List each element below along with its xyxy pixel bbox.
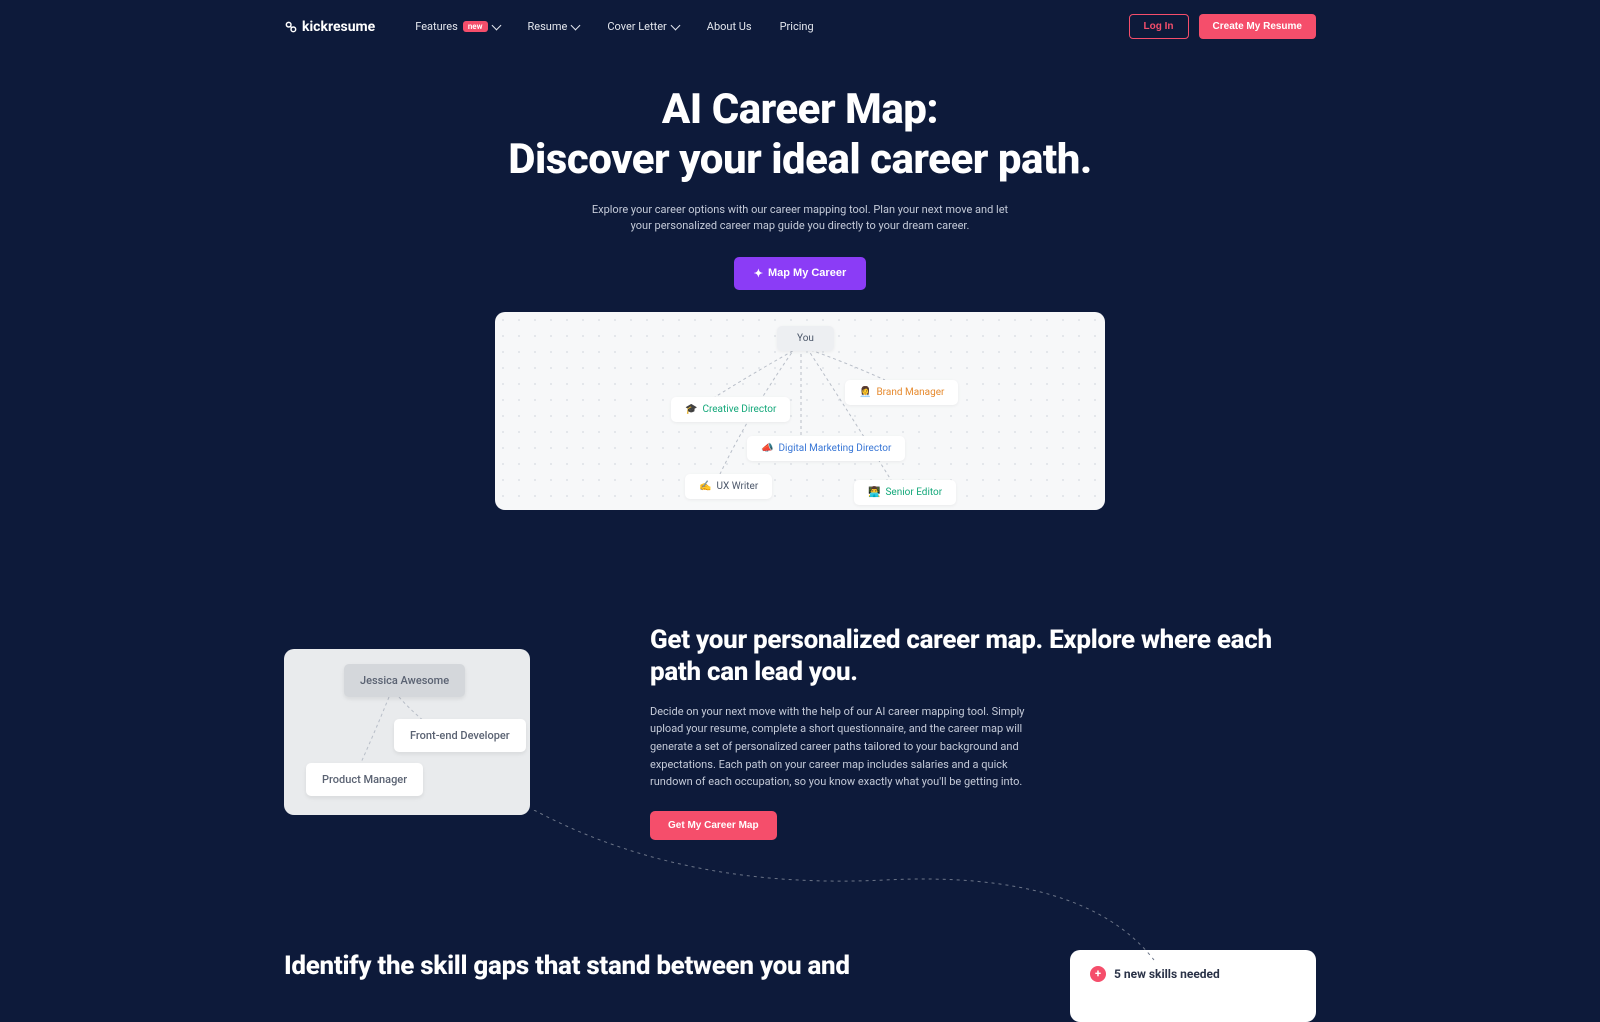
person-icon: 👩‍💼 xyxy=(859,387,871,398)
nav-about[interactable]: About Us xyxy=(707,20,752,33)
map-node-creative-director: 🎓 Creative Director xyxy=(671,397,790,422)
section-personalized-map: Jessica Awesome Front-end Developer Prod… xyxy=(284,624,1316,840)
nav-actions: Log In Create My Resume xyxy=(1129,14,1316,39)
card-node-pm: Product Manager xyxy=(306,763,423,796)
map-node-digital-marketing: 📣 Digital Marketing Director xyxy=(747,436,905,461)
brand-name: kickresume xyxy=(302,19,375,35)
writing-icon: ✍️ xyxy=(699,481,711,492)
graduate-icon: 🎓 xyxy=(685,404,697,415)
create-resume-button[interactable]: Create My Resume xyxy=(1199,14,1316,39)
section-body: Decide on your next move with the help o… xyxy=(650,703,1030,791)
login-button[interactable]: Log In xyxy=(1129,14,1189,39)
editor-icon: 👨‍💻 xyxy=(868,487,880,498)
card-node-frontend: Front-end Developer xyxy=(394,719,526,752)
sparkle-icon: ✦ xyxy=(754,267,763,280)
hero-title: AI Career Map: Discover your ideal caree… xyxy=(0,85,1600,186)
brand-logo[interactable]: kickresume xyxy=(284,19,375,35)
map-node-you: You xyxy=(777,326,834,351)
megaphone-icon: 📣 xyxy=(761,443,773,454)
personalized-card-illustration: Jessica Awesome Front-end Developer Prod… xyxy=(284,649,530,815)
hero-subtitle: Explore your career options with our car… xyxy=(580,202,1020,235)
map-career-button[interactable]: ✦ Map My Career xyxy=(734,257,866,290)
map-node-ux-writer: ✍️ UX Writer xyxy=(685,474,772,499)
map-node-brand-manager: 👩‍💼 Brand Manager xyxy=(845,380,958,405)
chevron-down-icon xyxy=(491,20,501,30)
new-badge: new xyxy=(463,21,488,32)
main-nav: kickresume Features new Resume Cover Let… xyxy=(284,0,1316,53)
chevron-down-icon xyxy=(670,20,680,30)
card-node-name: Jessica Awesome xyxy=(344,664,465,697)
section-text: Get your personalized career map. Explor… xyxy=(650,624,1316,840)
nav-links: Features new Resume Cover Letter About U… xyxy=(415,20,1128,33)
nav-resume[interactable]: Resume xyxy=(528,20,580,33)
map-node-senior-editor: 👨‍💻 Senior Editor xyxy=(854,480,956,505)
nav-cover-letter[interactable]: Cover Letter xyxy=(607,20,678,33)
section-heading: Get your personalized career map. Explor… xyxy=(650,624,1316,689)
hero-section: AI Career Map: Discover your ideal caree… xyxy=(0,53,1600,534)
nav-features[interactable]: Features new xyxy=(415,20,499,33)
chevron-down-icon xyxy=(571,20,581,30)
logo-icon xyxy=(284,20,298,34)
career-map-illustration: You 🎓 Creative Director 👩‍💼 Brand Manage… xyxy=(495,312,1105,510)
nav-pricing[interactable]: Pricing xyxy=(780,20,814,33)
